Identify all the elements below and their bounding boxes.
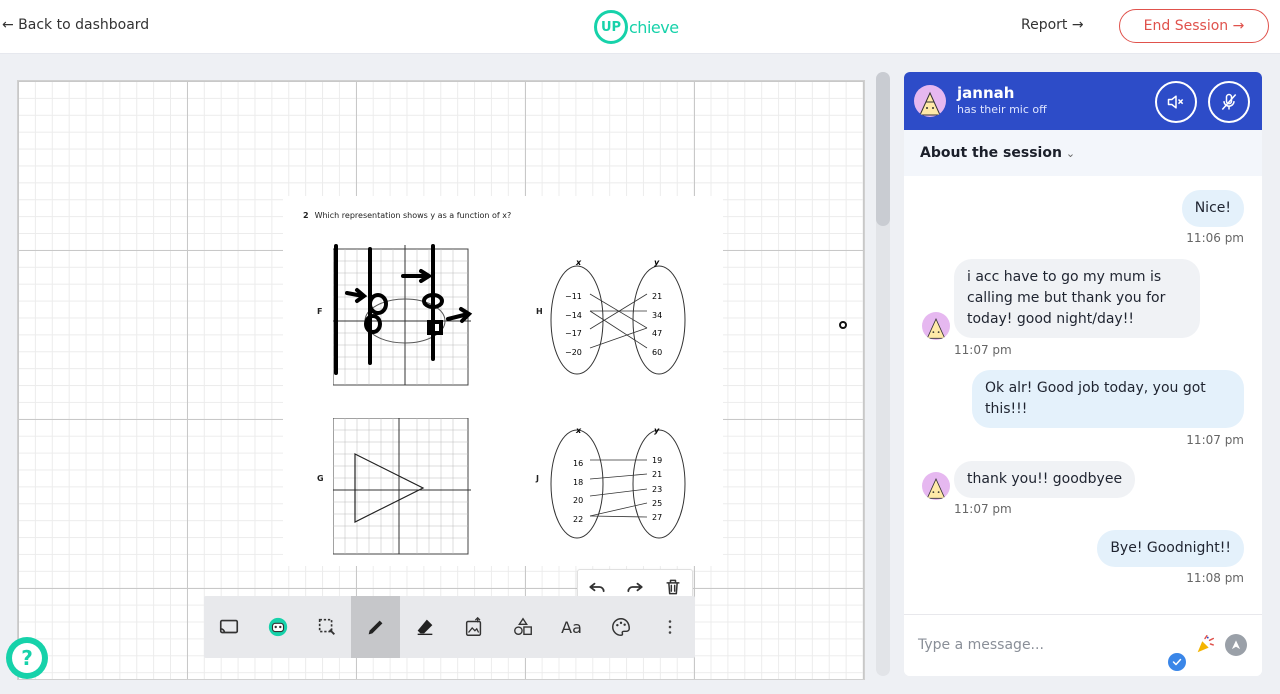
h-y-header: y bbox=[654, 258, 660, 267]
j-x-header: x bbox=[576, 426, 582, 435]
undo-icon[interactable] bbox=[587, 577, 607, 597]
partner-name: jannah bbox=[957, 84, 1015, 102]
chat-message-out: Ok alr! Good job today, you got this!!! bbox=[972, 370, 1244, 428]
chat-panel: jannah has their mic off About the sessi… bbox=[904, 72, 1262, 676]
speaker-muted-icon bbox=[1167, 95, 1184, 109]
grammar-check-badge[interactable] bbox=[1168, 653, 1186, 671]
chat-message-out: Bye! Goodnight!! bbox=[1097, 530, 1244, 567]
top-bar: ← Back to dashboard UP chieve Report → E… bbox=[0, 0, 1280, 54]
cast-icon bbox=[219, 619, 238, 634]
chat-message-in: thank you!! goodbyee bbox=[954, 461, 1136, 498]
graph-g bbox=[333, 418, 471, 555]
board-scrollbar[interactable] bbox=[876, 72, 890, 676]
mic-off-icon bbox=[1221, 93, 1237, 110]
help-button[interactable]: ? bbox=[6, 637, 48, 679]
pencil-avatar-icon bbox=[919, 91, 941, 116]
pen-icon bbox=[368, 620, 382, 635]
trash-icon[interactable] bbox=[663, 577, 683, 597]
chevron-down-icon: ⌄ bbox=[1065, 146, 1076, 160]
whiteboard-canvas[interactable]: 2 Which representation shows y as a funct… bbox=[17, 80, 865, 680]
more-tool[interactable] bbox=[645, 596, 694, 658]
h-x-header: x bbox=[576, 258, 582, 267]
scroll-thumb[interactable] bbox=[876, 72, 890, 226]
cursor-indicator bbox=[839, 321, 847, 329]
select-area-icon bbox=[318, 618, 335, 635]
pen-tool[interactable] bbox=[351, 596, 400, 658]
logo-mark: UP bbox=[594, 10, 628, 44]
message-time: 11:07 pm bbox=[1186, 433, 1244, 447]
option-label-f: F bbox=[317, 307, 323, 316]
j-x-values: 16 18 20 22 bbox=[573, 459, 584, 524]
chat-header: jannah has their mic off bbox=[904, 72, 1262, 130]
partner-avatar bbox=[914, 85, 946, 117]
screen-share-tool[interactable] bbox=[204, 596, 253, 658]
chat-message-in: i acc have to go my mum is calling me bu… bbox=[954, 259, 1200, 338]
worksheet-image: 2 Which representation shows y as a funct… bbox=[283, 196, 723, 566]
option-label-h: H bbox=[536, 307, 543, 316]
end-session-button[interactable]: End Session → bbox=[1119, 9, 1269, 43]
image-upload-tool[interactable] bbox=[449, 596, 498, 658]
h-x-values: −11 −14 −17 −20 bbox=[565, 292, 582, 357]
help-icon: ? bbox=[12, 643, 42, 673]
message-time: 11:08 pm bbox=[1186, 571, 1244, 585]
partner-avatar-small bbox=[922, 472, 950, 500]
pencil-avatar-icon bbox=[926, 317, 946, 339]
message-time: 11:07 pm bbox=[954, 343, 1012, 357]
pencil-avatar-icon bbox=[926, 477, 946, 499]
send-arrow-icon bbox=[1231, 640, 1241, 650]
shapes-tool[interactable] bbox=[498, 596, 547, 658]
robot-tool[interactable] bbox=[253, 596, 302, 658]
select-tool[interactable] bbox=[302, 596, 351, 658]
question-number: 2 bbox=[303, 211, 309, 220]
more-vertical-icon bbox=[668, 620, 671, 634]
about-session-toggle[interactable]: About the session ⌄ bbox=[904, 130, 1262, 176]
image-upload-icon bbox=[465, 616, 481, 636]
graph-f bbox=[333, 244, 473, 386]
mic-toggle-button[interactable] bbox=[1208, 81, 1250, 123]
mapping-j bbox=[550, 429, 686, 539]
j-y-header: y bbox=[654, 426, 660, 435]
eraser-tool[interactable] bbox=[400, 596, 449, 658]
option-label-j: J bbox=[536, 474, 539, 483]
shapes-icon bbox=[513, 617, 532, 636]
h-y-values: 21 34 47 60 bbox=[652, 292, 663, 357]
message-input[interactable]: Type a message... bbox=[918, 637, 1044, 653]
palette-icon bbox=[611, 618, 630, 636]
robot-icon bbox=[268, 617, 287, 637]
partner-avatar-small bbox=[922, 312, 950, 340]
logo-wordmark: chieve bbox=[629, 17, 679, 37]
question-text: 2 Which representation shows y as a funct… bbox=[303, 211, 512, 220]
report-link[interactable]: Report → bbox=[1021, 17, 1084, 33]
chat-message-out: Nice! bbox=[1181, 190, 1244, 227]
redo-icon[interactable] bbox=[625, 577, 645, 597]
speaker-toggle-button[interactable] bbox=[1155, 81, 1197, 123]
check-icon bbox=[1172, 658, 1182, 666]
text-tool[interactable]: Aa bbox=[547, 596, 596, 658]
text-tool-label: Aa bbox=[561, 617, 582, 637]
message-time: 11:06 pm bbox=[1186, 231, 1244, 245]
party-popper-icon[interactable] bbox=[1194, 633, 1216, 655]
send-button[interactable] bbox=[1225, 634, 1247, 656]
upchieve-logo: UP chieve bbox=[594, 9, 679, 45]
option-label-g: G bbox=[317, 474, 324, 483]
back-to-dashboard-link[interactable]: ← Back to dashboard bbox=[2, 17, 149, 33]
whiteboard-toolbar: Aa bbox=[204, 596, 695, 658]
eraser-icon bbox=[417, 619, 432, 636]
color-tool[interactable] bbox=[596, 596, 645, 658]
message-time: 11:07 pm bbox=[954, 502, 1012, 516]
j-y-values: 19 21 23 25 27 bbox=[652, 456, 663, 523]
partner-status: has their mic off bbox=[957, 103, 1047, 116]
